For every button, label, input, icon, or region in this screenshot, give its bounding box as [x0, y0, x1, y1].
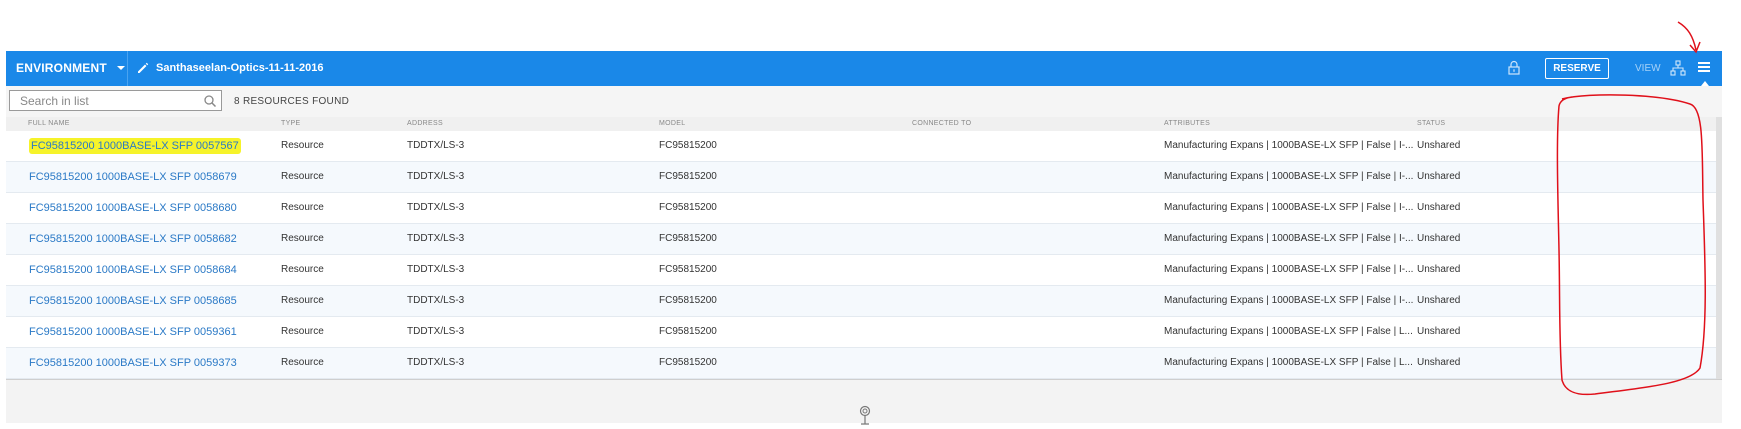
divider — [127, 51, 128, 86]
resource-status: Unshared — [1417, 171, 1461, 182]
search-box — [9, 90, 222, 111]
resource-model: FC95815200 — [659, 326, 717, 337]
resource-status: Unshared — [1417, 357, 1461, 368]
table-row[interactable]: FC95815200 1000BASE-LX SFP 0058680 Resou… — [6, 193, 1722, 224]
resource-address: TDDTX/LS-3 — [407, 357, 465, 368]
environment-label: ENVIRONMENT — [16, 61, 107, 75]
lock-icon[interactable] — [1506, 60, 1522, 76]
table-row[interactable]: FC95815200 1000BASE-LX SFP 0058684 Resou… — [6, 255, 1722, 286]
resource-attributes: Manufacturing Expans | 1000BASE-LX SFP |… — [1164, 326, 1413, 337]
resource-name-link[interactable]: FC95815200 1000BASE-LX SFP 0058684 — [29, 255, 237, 285]
resource-model: FC95815200 — [659, 295, 717, 306]
resource-address: TDDTX/LS-3 — [407, 264, 465, 275]
list-view-icon[interactable] — [1696, 59, 1712, 77]
table-row[interactable]: FC95815200 1000BASE-LX SFP 0058679 Resou… — [6, 162, 1722, 193]
annotation-arrow — [1677, 21, 1701, 54]
table-row[interactable]: FC95815200 1000BASE-LX SFP 0058685 Resou… — [6, 286, 1722, 317]
resource-status: Unshared — [1417, 202, 1461, 213]
reserve-button[interactable]: RESERVE — [1545, 58, 1609, 79]
chevron-down-icon — [116, 66, 125, 70]
resource-address: TDDTX/LS-3 — [407, 295, 465, 306]
resource-attributes: Manufacturing Expans | 1000BASE-LX SFP |… — [1164, 171, 1414, 182]
highlighted-resource-name: FC95815200 1000BASE-LX SFP 0057567 — [29, 138, 241, 154]
table-row[interactable]: FC95815200 1000BASE-LX SFP 0057567 Resou… — [6, 131, 1722, 162]
reservation-name[interactable]: Santhaseelan-Optics-11-11-2016 — [156, 51, 324, 86]
resource-model: FC95815200 — [659, 357, 717, 368]
view-label: VIEW — [1635, 63, 1661, 74]
table-row[interactable]: FC95815200 1000BASE-LX SFP 0059373 Resou… — [6, 348, 1722, 379]
resource-address: TDDTX/LS-3 — [407, 140, 465, 151]
search-input[interactable] — [10, 91, 200, 110]
resource-type: Resource — [281, 326, 324, 337]
vertical-scrollbar[interactable] — [1716, 117, 1722, 379]
resource-type: Resource — [281, 295, 324, 306]
resource-name-link[interactable]: FC95815200 1000BASE-LX SFP 0058680 — [29, 193, 237, 223]
resource-attributes: Manufacturing Expans | 1000BASE-LX SFP |… — [1164, 264, 1414, 275]
resource-attributes: Manufacturing Expans | 1000BASE-LX SFP |… — [1164, 140, 1414, 151]
table-row[interactable]: FC95815200 1000BASE-LX SFP 0059361 Resou… — [6, 317, 1722, 348]
resource-status: Unshared — [1417, 264, 1461, 275]
table-row[interactable]: FC95815200 1000BASE-LX SFP 0058682 Resou… — [6, 224, 1722, 255]
resource-name-link[interactable]: FC95815200 1000BASE-LX SFP 0058682 — [29, 224, 237, 254]
resource-attributes: Manufacturing Expans | 1000BASE-LX SFP |… — [1164, 295, 1414, 306]
column-header-connected-to[interactable]: CONNECTED TO — [912, 117, 971, 131]
resource-status: Unshared — [1417, 233, 1461, 244]
column-header-address[interactable]: ADDRESS — [407, 117, 443, 131]
resource-model: FC95815200 — [659, 264, 717, 275]
resource-type: Resource — [281, 264, 324, 275]
resource-status: Unshared — [1417, 140, 1461, 151]
resource-address: TDDTX/LS-3 — [407, 326, 465, 337]
resource-status: Unshared — [1417, 295, 1461, 306]
resource-model: FC95815200 — [659, 233, 717, 244]
resource-type: Resource — [281, 171, 324, 182]
column-header-full-name[interactable]: FULL NAME — [28, 117, 70, 131]
resource-model: FC95815200 — [659, 140, 717, 151]
resource-panel: ENVIRONMENT Santhaseelan-Optics-11-11-20… — [6, 51, 1722, 423]
table-header: FULL NAME TYPE ADDRESS MODEL CONNECTED T… — [6, 117, 1722, 131]
resource-address: TDDTX/LS-3 — [407, 233, 465, 244]
resource-model: FC95815200 — [659, 171, 717, 182]
resource-type: Resource — [281, 357, 324, 368]
resource-address: TDDTX/LS-3 — [407, 202, 465, 213]
column-header-type[interactable]: TYPE — [281, 117, 300, 131]
resource-attributes: Manufacturing Expans | 1000BASE-LX SFP |… — [1164, 357, 1413, 368]
resource-attributes: Manufacturing Expans | 1000BASE-LX SFP |… — [1164, 202, 1414, 213]
column-header-model[interactable]: MODEL — [659, 117, 685, 131]
tree-view-icon[interactable] — [1670, 60, 1686, 76]
search-icon[interactable] — [203, 94, 217, 108]
resource-type: Resource — [281, 140, 324, 151]
resource-model: FC95815200 — [659, 202, 717, 213]
environment-menu[interactable]: ENVIRONMENT — [16, 51, 125, 86]
resource-name-link[interactable]: FC95815200 1000BASE-LX SFP 0058685 — [29, 286, 237, 316]
pencil-icon[interactable] — [136, 61, 150, 75]
resource-name-link[interactable]: FC95815200 1000BASE-LX SFP 0059361 — [29, 317, 237, 347]
search-row: 8 RESOURCES FOUND — [6, 86, 1722, 117]
results-count: 8 RESOURCES FOUND — [234, 96, 350, 107]
column-header-status[interactable]: STATUS — [1417, 117, 1445, 131]
resource-type: Resource — [281, 233, 324, 244]
resource-name-link[interactable]: FC95815200 1000BASE-LX SFP 0057567 — [29, 131, 241, 161]
resource-status: Unshared — [1417, 326, 1461, 337]
resource-type: Resource — [281, 202, 324, 213]
resource-attributes: Manufacturing Expans | 1000BASE-LX SFP |… — [1164, 233, 1414, 244]
resource-name-link[interactable]: FC95815200 1000BASE-LX SFP 0059373 — [29, 348, 237, 378]
top-bar: ENVIRONMENT Santhaseelan-Optics-11-11-20… — [6, 51, 1722, 86]
table-body: FC95815200 1000BASE-LX SFP 0057567 Resou… — [6, 131, 1722, 379]
pin-icon[interactable] — [858, 405, 872, 425]
column-header-attributes[interactable]: ATTRIBUTES — [1164, 117, 1210, 131]
resource-name-link[interactable]: FC95815200 1000BASE-LX SFP 0058679 — [29, 162, 237, 192]
resource-address: TDDTX/LS-3 — [407, 171, 465, 182]
